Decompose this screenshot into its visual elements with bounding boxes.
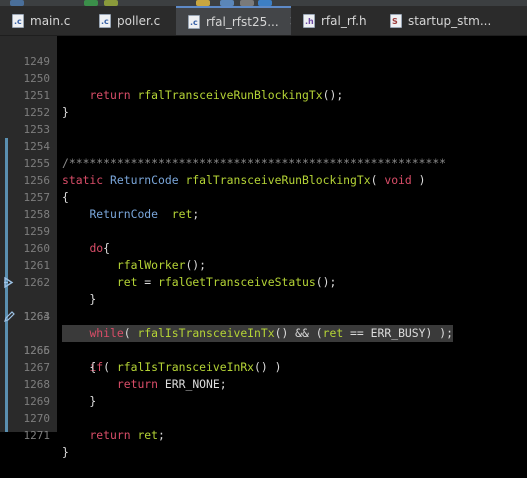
line-number: 1271 <box>23 429 51 442</box>
tab-rfal-rf-h[interactable]: .h rfal_rf.h <box>291 6 378 35</box>
code-line: 1251 } <box>0 70 527 119</box>
code-line: 1265 if( rfalIsTransceiveInRx() ) <box>0 308 527 374</box>
code-editor[interactable]: 1249 1250 return rfalTransceiveRunBlocki… <box>0 36 527 459</box>
c-file-icon: .c <box>188 14 200 29</box>
code-line: 1259 do{ <box>0 206 527 255</box>
code-line-highlighted: 1263 while( rfalIsTransceiveInTx() && (r… <box>0 274 527 342</box>
code-text[interactable]: return ret; <box>62 427 164 444</box>
tab-poller-c[interactable]: .c poller.c <box>87 6 176 35</box>
code-line: 1264 <box>0 291 527 323</box>
c-file-icon: .c <box>12 13 24 28</box>
code-line: 1270 return ret; <box>0 393 527 442</box>
s-file-icon: S <box>390 13 402 28</box>
code-text[interactable]: } <box>62 444 69 461</box>
code-line: 1269 <box>0 376 527 408</box>
c-file-icon: .c <box>99 13 111 28</box>
tab-label: rfal_rfst25... <box>206 14 279 29</box>
code-line: 1253 <box>0 104 527 136</box>
code-line: 1254 /**********************************… <box>0 121 527 170</box>
tab-label: startup_stm... <box>408 13 492 28</box>
tab-label: main.c <box>30 13 71 28</box>
tab-rfal-rfst25[interactable]: .c rfal_rfst25... × <box>176 6 291 35</box>
code-line: 1262 } <box>0 257 527 306</box>
code-line: 1257 ReturnCode ret; <box>0 172 527 221</box>
pencil-marker-icon[interactable] <box>3 310 15 323</box>
code-line: 1250 return rfalTransceiveRunBlockingTx(… <box>0 53 527 102</box>
code-line: 1260 rfalWorker(); <box>0 223 527 272</box>
code-line: 1271 } <box>0 410 527 459</box>
code-line: 1258 <box>0 189 527 221</box>
tab-label: poller.c <box>117 13 161 28</box>
code-line: 1261 ret = rfalGetTransceiveStatus(); <box>0 240 527 289</box>
code-line: 1252 <box>0 87 527 119</box>
h-file-icon: .h <box>303 13 315 28</box>
tab-main-c[interactable]: .c main.c <box>0 6 87 35</box>
tab-startup-stm[interactable]: S startup_stm... <box>378 6 527 35</box>
code-line: 1266 { <box>0 325 527 374</box>
code-line: 1256 { <box>0 155 527 204</box>
breakpoint-marker-icon[interactable] <box>3 276 15 289</box>
code-line: 1255 static ReturnCode rfalTransceiveRun… <box>0 138 527 187</box>
code-line: 1249 <box>0 36 527 68</box>
tab-label: rfal_rf.h <box>321 13 367 28</box>
code-line: 1268 } <box>0 359 527 408</box>
editor-tab-bar: .c main.c .c poller.c .c rfal_rfst25... … <box>0 6 527 36</box>
code-line: 1267 return ERR_NONE; <box>0 342 527 391</box>
